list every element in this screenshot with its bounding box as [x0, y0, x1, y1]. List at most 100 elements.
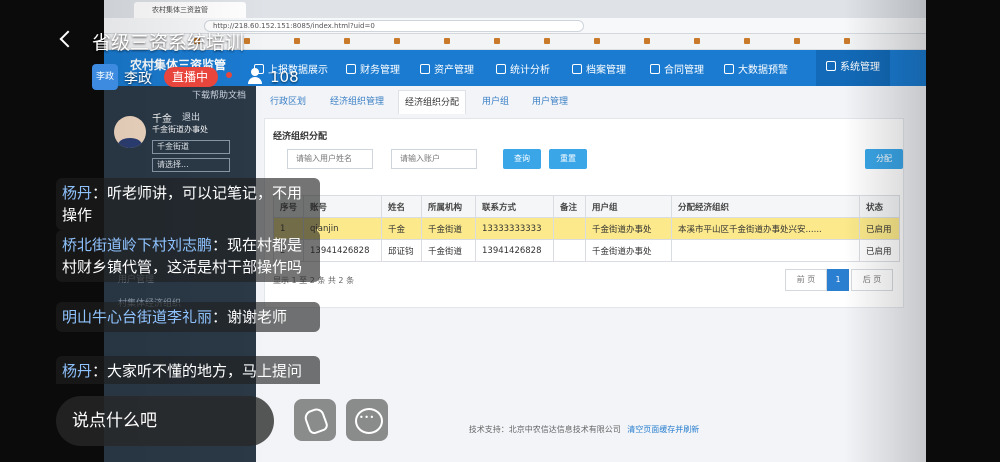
- nav-archive[interactable]: 档案管理: [572, 61, 626, 76]
- page-number-button[interactable]: 1: [827, 269, 849, 291]
- assignment-panel: 经济组织分配 请输入用户姓名 请输入账户 查询 重置 分配 序号 账号 姓名 所…: [264, 118, 904, 308]
- warning-icon: [724, 64, 734, 74]
- table-cell: 已启用: [859, 217, 901, 240]
- reset-button[interactable]: 重置: [549, 149, 587, 169]
- tab-admin-division[interactable]: 行政区划: [270, 94, 306, 107]
- street-select[interactable]: 千金街道: [152, 140, 230, 154]
- user-org: 千金街道办事处: [152, 125, 208, 134]
- panel-title: 经济组织分配: [273, 132, 328, 142]
- pager: 前 页 1 后 页: [785, 269, 895, 291]
- tab-user-management[interactable]: 用户管理: [532, 94, 568, 107]
- live-status-badge: 直播中: [164, 67, 219, 87]
- bookmark-icon[interactable]: [544, 37, 582, 47]
- bookmark-icon[interactable]: [744, 37, 782, 47]
- bookmark-icon[interactable]: [244, 37, 282, 47]
- table-cell: 千金街道: [421, 217, 477, 240]
- back-arrow-icon[interactable]: [54, 26, 78, 54]
- table-cell: 邱证钧: [381, 239, 423, 262]
- account-input[interactable]: 请输入账户: [391, 149, 477, 169]
- finance-icon: [346, 64, 356, 74]
- address-bar[interactable]: http://218.60.152.151:8085/index.html?ui…: [204, 20, 584, 32]
- table-header-row: 序号 账号 姓名 所属机构 联系方式 备注 用户组 分配经济组织 状态: [272, 195, 901, 218]
- bookmark-icon[interactable]: [794, 37, 832, 47]
- nav-assets[interactable]: 资产管理: [420, 61, 474, 76]
- tab-org-assignment[interactable]: 经济组织分配: [398, 90, 467, 114]
- table-cell: 已启用: [859, 239, 901, 262]
- bookmark-icon[interactable]: [444, 37, 482, 47]
- column-header[interactable]: 分配经济组织: [671, 195, 861, 218]
- nav-finance[interactable]: 财务管理: [346, 61, 400, 76]
- chat-separator: ：: [92, 184, 108, 202]
- bookmark-icon[interactable]: [394, 37, 432, 47]
- chat-user: 明山牛心台街道李礼丽: [62, 308, 213, 326]
- browser-tab-strip: 农村集体三资监管: [104, 0, 926, 18]
- next-page-button[interactable]: 后 页: [851, 269, 893, 291]
- column-header[interactable]: 状态: [859, 195, 901, 218]
- user-avatar: [114, 116, 146, 148]
- table-cell: [553, 217, 587, 240]
- logout-link[interactable]: 退出: [182, 110, 200, 123]
- chat-message: 桥北街道岭下村刘志鹏：现在村都是村财乡镇代管，这活是村干部操作吗: [56, 230, 320, 282]
- column-header[interactable]: 用户组: [585, 195, 673, 218]
- chat-user: 杨丹: [62, 184, 93, 202]
- live-stream-view: 农村集体三资监管 http://218.60.152.151:8085/inde…: [0, 0, 1000, 462]
- live-title: 省级三资系统培训: [92, 32, 245, 54]
- nav-statistics[interactable]: 统计分析: [496, 61, 550, 76]
- column-header[interactable]: 联系方式: [475, 195, 555, 218]
- chat-user: 桥北街道岭下村刘志鹏: [62, 236, 213, 254]
- chat-separator: ：: [212, 236, 228, 254]
- comment-input[interactable]: 说点什么吧: [56, 396, 274, 446]
- chat-separator: ：: [92, 362, 108, 380]
- host-avatar: 李政: [92, 64, 118, 90]
- host-info[interactable]: 李政 李政 直播中: [92, 64, 240, 90]
- user-name-input[interactable]: 请输入用户姓名: [287, 149, 373, 169]
- contract-icon: [650, 64, 660, 74]
- table-row[interactable]: 1 qianjin 千金 千金街道 13333333333 千金街道办事处 本溪…: [272, 217, 901, 240]
- column-header[interactable]: 备注: [553, 195, 587, 218]
- table-cell: 13941426828: [475, 239, 555, 262]
- chat-bubble-icon[interactable]: [346, 399, 388, 441]
- bookmark-icon[interactable]: [494, 37, 532, 47]
- clear-cache-link[interactable]: 清空页面缓存并刷新: [627, 425, 699, 434]
- table-cell: [553, 239, 587, 262]
- assign-button[interactable]: 分配: [865, 149, 903, 169]
- bookmark-icon[interactable]: [644, 37, 682, 47]
- nav-big-data-warning[interactable]: 大数据预警: [724, 61, 788, 76]
- column-header[interactable]: 所属机构: [421, 195, 477, 218]
- user-name: 千金: [152, 114, 172, 125]
- bookmark-icon[interactable]: [694, 37, 732, 47]
- table-cell: 千金街道办事处: [585, 217, 673, 240]
- bookmark-icon[interactable]: [594, 37, 632, 47]
- user-table: 序号 账号 姓名 所属机构 联系方式 备注 用户组 分配经济组织 状态 1 qi: [272, 195, 901, 262]
- assets-icon: [420, 64, 430, 74]
- table-cell: 千金: [381, 217, 423, 240]
- table-cell: 本溪市平山区千金街道办事处兴安......: [671, 217, 861, 240]
- prev-page-button[interactable]: 前 页: [785, 269, 827, 291]
- table-cell: 千金街道: [421, 239, 477, 262]
- nav-system[interactable]: 系统管理: [816, 50, 890, 86]
- bookmark-icon[interactable]: [844, 37, 882, 47]
- bookmark-icon[interactable]: [344, 37, 382, 47]
- archive-icon: [572, 64, 582, 74]
- table-cell: 13333333333: [475, 217, 555, 240]
- chat-separator: ：: [212, 308, 228, 326]
- column-header[interactable]: 姓名: [381, 195, 423, 218]
- like-hand-icon[interactable]: [294, 399, 336, 441]
- chat-message: 明山牛心台街道李礼丽：谢谢老师: [56, 302, 320, 332]
- tab-user-group[interactable]: 用户组: [482, 94, 509, 107]
- host-name: 李政: [124, 71, 152, 87]
- gear-icon: [826, 61, 836, 71]
- chat-text: 谢谢老师: [227, 308, 288, 326]
- chat-feed: 杨丹：听老师讲，可以记笔记，不用操作 桥北街道岭下村刘志鹏：现在村都是村财乡镇代…: [56, 172, 326, 384]
- chat-user: 杨丹: [62, 362, 93, 380]
- tab-org-management[interactable]: 经济组织管理: [330, 94, 384, 107]
- choose-select[interactable]: 请选择...: [152, 158, 230, 172]
- browser-tab[interactable]: 农村集体三资监管: [134, 2, 246, 18]
- nav-contract[interactable]: 合同管理: [650, 61, 704, 76]
- chart-icon: [496, 64, 506, 74]
- table-row[interactable]: 2 13941426828 邱证钧 千金街道 13941426828 千金街道办…: [272, 239, 901, 262]
- chat-message: 杨丹：听老师讲，可以记笔记，不用操作: [56, 178, 320, 230]
- bookmark-icon[interactable]: [294, 37, 332, 47]
- chat-message: 杨丹：大家听不懂的地方，马上提问重要明白，多取学会完提: [56, 356, 320, 384]
- query-button[interactable]: 查询: [503, 149, 541, 169]
